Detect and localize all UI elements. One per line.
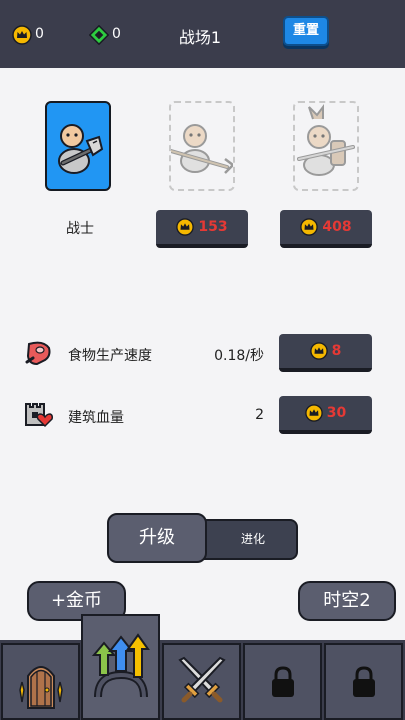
nav-item-battle[interactable] (162, 643, 241, 720)
unit-card-knight[interactable] (293, 101, 359, 191)
unlock-cost: 408 (322, 219, 352, 235)
nav-item-gate[interactable] (1, 643, 80, 720)
castle-heart-icon (25, 403, 53, 428)
unlock-cost: 153 (198, 219, 228, 235)
nav-item-upgrade[interactable] (81, 614, 160, 720)
reset-button[interactable]: 重置 (283, 16, 329, 46)
gem-count: 0 (112, 26, 121, 42)
unlock-knight-button[interactable]: 408 (280, 210, 372, 248)
battlefield-title: 战场1 (178, 28, 222, 47)
unit-card-spearman[interactable] (169, 101, 235, 191)
top-bar: 0 0 战场1 重置 (0, 0, 405, 68)
unit-name-warrior: 战士 (66, 221, 94, 237)
crown-coin-icon (309, 342, 328, 360)
crown-coin-icon (12, 25, 32, 45)
upgrade-food-speed-button[interactable]: 8 (279, 334, 372, 372)
warrior-icon (58, 124, 104, 174)
upgrade-arrows-icon (91, 633, 150, 698)
unlock-spearman-button[interactable]: 153 (156, 210, 248, 248)
lock-icon (271, 665, 294, 697)
timespace-button[interactable]: 时空2 (298, 581, 396, 621)
stat-value-building-hp: 2 (255, 407, 264, 423)
upgrade-building-hp-button[interactable]: 30 (279, 396, 372, 434)
coin-count: 0 (35, 26, 44, 42)
door-icon (18, 665, 63, 709)
nav-item-locked-2[interactable] (324, 643, 403, 720)
gem-icon (89, 25, 109, 45)
tab-evolve[interactable]: 进化 (198, 519, 298, 560)
crown-coin-icon (176, 218, 195, 236)
tab-upgrade[interactable]: 升级 (107, 513, 207, 563)
knight-icon (297, 104, 355, 176)
lock-icon (352, 665, 375, 697)
spearman-icon (171, 124, 233, 174)
meat-icon (25, 341, 51, 366)
upgrade-cost: 30 (326, 405, 347, 421)
nav-item-locked-1[interactable] (243, 643, 322, 720)
unit-card-warrior[interactable] (45, 101, 111, 191)
stat-label-food-speed: 食物生产速度 (68, 348, 152, 364)
crossed-swords-icon (177, 656, 226, 702)
crown-coin-icon (300, 218, 319, 236)
stat-label-building-hp: 建筑血量 (68, 410, 124, 426)
crown-coin-icon (304, 404, 323, 422)
stat-value-food-speed: 0.18/秒 (214, 348, 264, 364)
upgrade-cost: 8 (331, 343, 342, 359)
